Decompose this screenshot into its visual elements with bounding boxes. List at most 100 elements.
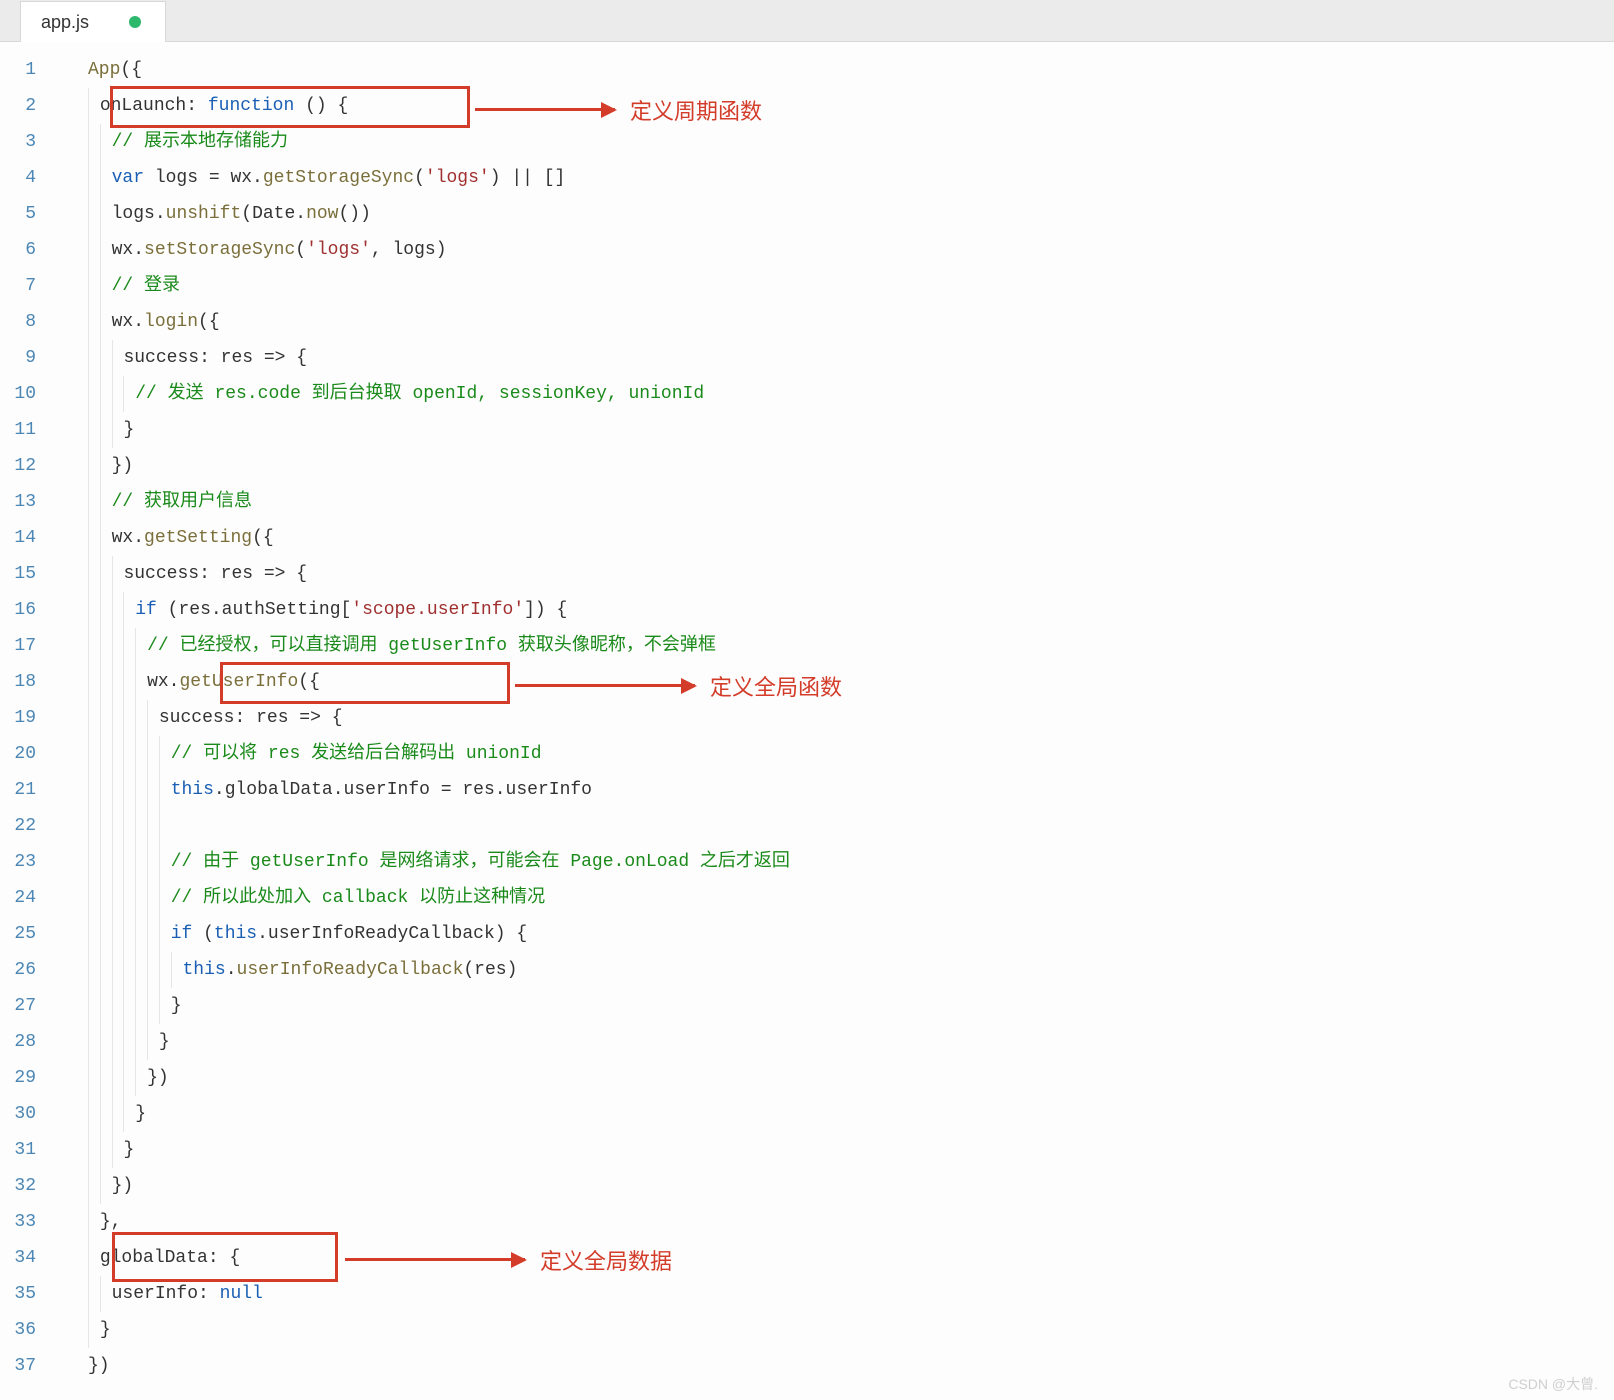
line-number: 33 (0, 1204, 56, 1240)
code-line[interactable]: 25 if (this.userInfoReadyCallback) { (0, 916, 1614, 952)
code-line[interactable]: 26 this.userInfoReadyCallback(res) (0, 952, 1614, 988)
line-number: 7 (0, 268, 56, 304)
code-text[interactable]: success: res => { (56, 340, 1614, 376)
line-number: 27 (0, 988, 56, 1024)
code-line[interactable]: 11 } (0, 412, 1614, 448)
code-line[interactable]: 7 // 登录 (0, 268, 1614, 304)
code-line[interactable]: 34 globalData: { (0, 1240, 1614, 1276)
code-line[interactable]: 8 wx.login({ (0, 304, 1614, 340)
code-text[interactable]: } (56, 1096, 1614, 1132)
code-text[interactable]: wx.setStorageSync('logs', logs) (56, 232, 1614, 268)
line-number: 26 (0, 952, 56, 988)
code-text[interactable]: wx.login({ (56, 304, 1614, 340)
line-number: 2 (0, 88, 56, 124)
code-line[interactable]: 30 } (0, 1096, 1614, 1132)
code-text[interactable]: this.globalData.userInfo = res.userInfo (56, 772, 1614, 808)
line-number: 23 (0, 844, 56, 880)
code-text[interactable]: } (56, 1024, 1614, 1060)
annotation-global-fn: 定义全局函数 (710, 670, 842, 702)
code-text[interactable]: }) (56, 1348, 1614, 1384)
code-text[interactable]: }) (56, 1168, 1614, 1204)
code-line[interactable]: 23 // 由于 getUserInfo 是网络请求，可能会在 Page.onL… (0, 844, 1614, 880)
code-line[interactable]: 5 logs.unshift(Date.now()) (0, 196, 1614, 232)
code-line[interactable]: 24 // 所以此处加入 callback 以防止这种情况 (0, 880, 1614, 916)
code-text[interactable]: // 获取用户信息 (56, 484, 1614, 520)
code-line[interactable]: 32 }) (0, 1168, 1614, 1204)
code-text[interactable]: globalData: { (56, 1240, 1614, 1276)
code-text[interactable]: success: res => { (56, 700, 1614, 736)
line-number: 16 (0, 592, 56, 628)
line-number: 11 (0, 412, 56, 448)
code-text[interactable]: if (this.userInfoReadyCallback) { (56, 916, 1614, 952)
line-number: 13 (0, 484, 56, 520)
code-text[interactable]: var logs = wx.getStorageSync('logs') || … (56, 160, 1614, 196)
code-line[interactable]: 9 success: res => { (0, 340, 1614, 376)
code-text[interactable]: logs.unshift(Date.now()) (56, 196, 1614, 232)
arrow-3-icon (345, 1258, 525, 1261)
line-number: 9 (0, 340, 56, 376)
code-text[interactable]: // 可以将 res 发送给后台解码出 unionId (56, 736, 1614, 772)
code-text[interactable] (56, 808, 1614, 844)
code-text[interactable]: success: res => { (56, 556, 1614, 592)
code-text[interactable]: } (56, 412, 1614, 448)
code-line[interactable]: 3 // 展示本地存储能力 (0, 124, 1614, 160)
code-line[interactable]: 36 } (0, 1312, 1614, 1348)
code-line[interactable]: 14 wx.getSetting({ (0, 520, 1614, 556)
code-line[interactable]: 33 }, (0, 1204, 1614, 1240)
code-text[interactable]: onLaunch: function () { (56, 88, 1614, 124)
code-text[interactable]: wx.getSetting({ (56, 520, 1614, 556)
code-line[interactable]: 17 // 已经授权，可以直接调用 getUserInfo 获取头像昵称，不会弹… (0, 628, 1614, 664)
code-line[interactable]: 22 (0, 808, 1614, 844)
code-text[interactable]: } (56, 1312, 1614, 1348)
code-text[interactable]: // 登录 (56, 268, 1614, 304)
code-line[interactable]: 37}) (0, 1348, 1614, 1384)
line-number: 37 (0, 1348, 56, 1384)
code-text[interactable]: }, (56, 1204, 1614, 1240)
code-text[interactable]: if (res.authSetting['scope.userInfo']) { (56, 592, 1614, 628)
code-line[interactable]: 4 var logs = wx.getStorageSync('logs') |… (0, 160, 1614, 196)
code-text[interactable]: // 展示本地存储能力 (56, 124, 1614, 160)
code-line[interactable]: 35 userInfo: null (0, 1276, 1614, 1312)
line-number: 21 (0, 772, 56, 808)
line-number: 24 (0, 880, 56, 916)
line-number: 15 (0, 556, 56, 592)
code-editor[interactable]: 定义周期函数 定义全局函数 定义全局数据 1App({2 onLaunch: f… (0, 42, 1614, 1400)
code-text[interactable]: // 发送 res.code 到后台换取 openId, sessionKey,… (56, 376, 1614, 412)
code-line[interactable]: 29 }) (0, 1060, 1614, 1096)
code-line[interactable]: 2 onLaunch: function () { (0, 88, 1614, 124)
line-number: 29 (0, 1060, 56, 1096)
code-line[interactable]: 31 } (0, 1132, 1614, 1168)
watermark: CSDN @大曾. (1508, 1374, 1598, 1394)
code-line[interactable]: 21 this.globalData.userInfo = res.userIn… (0, 772, 1614, 808)
line-number: 17 (0, 628, 56, 664)
code-text[interactable]: }) (56, 448, 1614, 484)
code-line[interactable]: 12 }) (0, 448, 1614, 484)
code-line[interactable]: 1App({ (0, 52, 1614, 88)
code-line[interactable]: 28 } (0, 1024, 1614, 1060)
code-text[interactable]: userInfo: null (56, 1276, 1614, 1312)
code-text[interactable]: } (56, 1132, 1614, 1168)
code-line[interactable]: 15 success: res => { (0, 556, 1614, 592)
line-number: 20 (0, 736, 56, 772)
code-line[interactable]: 10 // 发送 res.code 到后台换取 openId, sessionK… (0, 376, 1614, 412)
line-number: 14 (0, 520, 56, 556)
code-line[interactable]: 6 wx.setStorageSync('logs', logs) (0, 232, 1614, 268)
annotation-lifecycle: 定义周期函数 (630, 94, 762, 126)
tab-app-js[interactable]: app.js (20, 1, 166, 42)
code-text[interactable]: } (56, 988, 1614, 1024)
annotation-global-data: 定义全局数据 (540, 1244, 672, 1276)
code-line[interactable]: 20 // 可以将 res 发送给后台解码出 unionId (0, 736, 1614, 772)
code-text[interactable]: }) (56, 1060, 1614, 1096)
line-number: 19 (0, 700, 56, 736)
code-text[interactable]: // 由于 getUserInfo 是网络请求，可能会在 Page.onLoad… (56, 844, 1614, 880)
code-line[interactable]: 16 if (res.authSetting['scope.userInfo']… (0, 592, 1614, 628)
code-text[interactable]: App({ (56, 52, 1614, 88)
code-text[interactable]: // 所以此处加入 callback 以防止这种情况 (56, 880, 1614, 916)
code-line[interactable]: 27 } (0, 988, 1614, 1024)
code-text[interactable]: this.userInfoReadyCallback(res) (56, 952, 1614, 988)
line-number: 12 (0, 448, 56, 484)
line-number: 18 (0, 664, 56, 700)
code-line[interactable]: 13 // 获取用户信息 (0, 484, 1614, 520)
code-text[interactable]: // 已经授权，可以直接调用 getUserInfo 获取头像昵称，不会弹框 (56, 628, 1614, 664)
code-line[interactable]: 19 success: res => { (0, 700, 1614, 736)
